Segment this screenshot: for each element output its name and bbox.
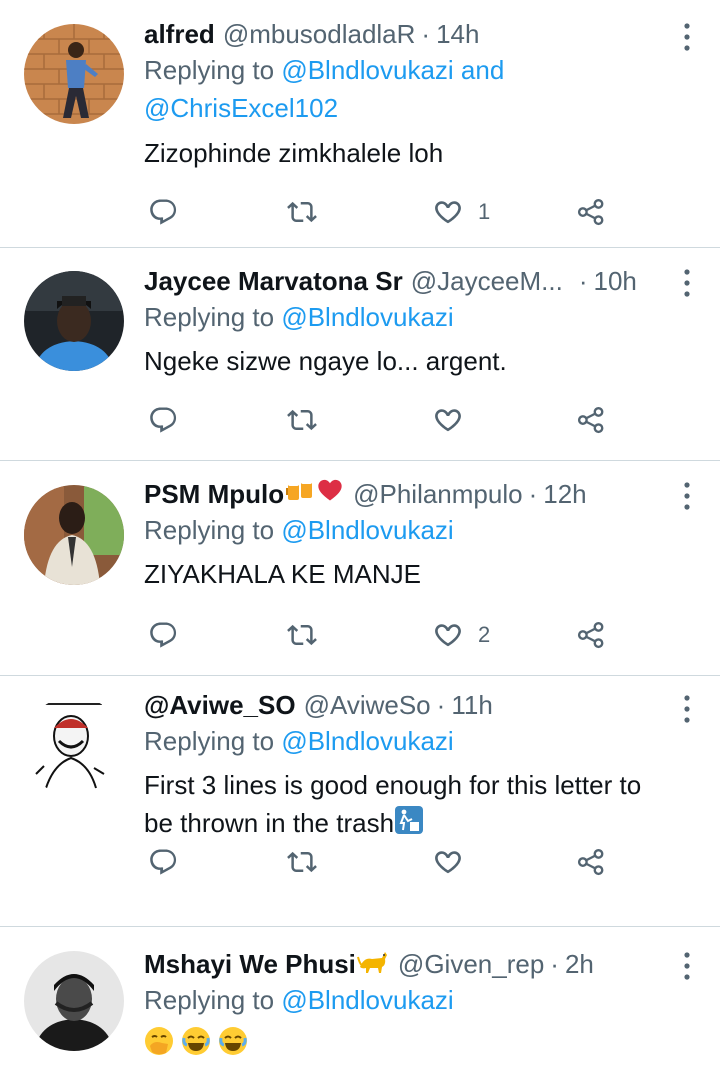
share-icon: [576, 405, 606, 435]
retweet-button[interactable]: [287, 400, 317, 440]
tweet-text: Zizophinde zimkhalele loh: [144, 138, 444, 168]
display-name[interactable]: alfred: [144, 17, 215, 51]
beer-mugs-emoji: [285, 476, 315, 512]
handle[interactable]: @AviweSo: [304, 688, 431, 722]
share-icon: [576, 197, 606, 227]
heart-icon: [432, 619, 464, 651]
tweet-text: First 3 lines is good enough for this le…: [144, 766, 700, 845]
avatar[interactable]: [24, 271, 124, 371]
like-count: 2: [478, 622, 491, 647]
timestamp[interactable]: 11h: [451, 688, 492, 722]
display-name[interactable]: Jaycee Marvatona Sr: [144, 264, 403, 298]
reply-button[interactable]: [148, 400, 178, 440]
avatar[interactable]: [24, 951, 124, 1051]
replying-to: Replying to @Blndlovukazi: [144, 511, 700, 549]
tweet-text: [144, 1025, 700, 1059]
separator-dot: ·: [528, 479, 538, 509]
tears-of-joy-emoji: [218, 1026, 248, 1066]
share-icon: [576, 847, 606, 877]
share-button[interactable]: [576, 192, 606, 232]
display-name[interactable]: Mshayi We Phusi: [144, 947, 356, 981]
like-button[interactable]: 2: [432, 615, 490, 655]
handle[interactable]: @Philanmpulo: [353, 477, 522, 511]
reply-mention-link[interactable]: @Blndlovukazi: [281, 302, 453, 332]
retweet-icon: [287, 847, 317, 877]
reply-mention-link[interactable]: @Blndlovukazi: [281, 985, 453, 1015]
like-button[interactable]: 1: [432, 192, 490, 232]
replying-to-label: Replying to: [144, 55, 275, 85]
separator-dot: ·: [550, 949, 559, 979]
replying-to-label: Replying to: [144, 726, 275, 756]
retweet-button[interactable]: [287, 615, 317, 655]
retweet-icon: [287, 620, 317, 650]
reply-mention-link[interactable]: @ChrisExcel102: [144, 93, 338, 123]
tweet[interactable]: Jaycee Marvatona Sr @JayceeM... · 10h Re…: [0, 248, 720, 461]
timestamp[interactable]: 14h: [436, 17, 479, 51]
reply-button[interactable]: [148, 842, 178, 882]
like-count: 1: [478, 199, 491, 224]
red-heart-emoji: [315, 476, 345, 512]
handle[interactable]: @JayceeM...: [411, 264, 563, 298]
reply-icon: [148, 847, 178, 877]
reply-icon: [148, 620, 178, 650]
share-icon: [576, 620, 606, 650]
share-button[interactable]: [576, 842, 606, 882]
handle[interactable]: @Given_rep: [398, 947, 544, 981]
separator-dot: ·: [421, 19, 431, 49]
separator-dot: ·: [578, 266, 588, 296]
reply-button[interactable]: [148, 615, 178, 655]
display-name[interactable]: @Aviwe_SO: [144, 688, 296, 722]
tweet[interactable]: @Aviwe_SO @AviweSo · 11h Replying to @Bl…: [0, 676, 720, 927]
tweet-text-line: First 3 lines is good enough for this le…: [144, 770, 642, 800]
replying-to-label: Replying to: [144, 985, 275, 1015]
replying-to: Replying to @Blndlovukazi: [144, 298, 700, 336]
reply-icon: [148, 405, 178, 435]
avatar[interactable]: [24, 24, 124, 124]
reply-button[interactable]: [148, 192, 178, 232]
timestamp[interactable]: 2h: [565, 947, 594, 981]
retweet-button[interactable]: [287, 842, 317, 882]
tweet-text: ZIYAKHALA KE MANJE: [144, 559, 421, 589]
reply-mention-link[interactable]: @Blndlovukazi: [281, 726, 453, 756]
heart-icon: [432, 196, 464, 228]
tweet-text-line: be thrown in the trash: [144, 808, 395, 838]
litter-bin-emoji: [394, 805, 424, 845]
display-name[interactable]: PSM Mpulo: [144, 477, 284, 511]
like-button[interactable]: [432, 842, 478, 882]
replying-to-label: Replying to: [144, 302, 275, 332]
share-button[interactable]: [576, 400, 606, 440]
replying-to: Replying to @Blndlovukazi: [144, 722, 700, 760]
tweet-text: Ngeke sizwe ngaye lo... argent.: [144, 346, 507, 376]
hand-over-mouth-emoji: [144, 1026, 174, 1066]
separator-dot: ·: [436, 690, 446, 720]
replying-to: Replying to @Blndlovukazi: [144, 981, 700, 1019]
heart-icon: [432, 404, 464, 436]
share-button[interactable]: [576, 615, 606, 655]
handle[interactable]: @mbusodladlaR: [223, 17, 416, 51]
heart-icon: [432, 846, 464, 878]
retweet-button[interactable]: [287, 192, 317, 232]
reply-mention-link[interactable]: @Blndlovukazi: [281, 515, 453, 545]
tears-of-joy-emoji: [181, 1026, 211, 1066]
retweet-icon: [287, 197, 317, 227]
avatar[interactable]: [24, 696, 124, 796]
tweet[interactable]: alfred @mbusodladlaR · 14h Replying to @…: [0, 0, 720, 248]
tweet[interactable]: Mshayi We Phusi @Given_rep · 2h Replying…: [0, 927, 720, 1089]
replying-to: Replying to @Blndlovukazi and @ChrisExce…: [144, 51, 700, 127]
timestamp[interactable]: 10h: [594, 264, 637, 298]
replying-to-label: Replying to: [144, 515, 275, 545]
tweet[interactable]: PSM Mpulo @Philanmpulo · 12h Replying to…: [0, 461, 720, 676]
reply-icon: [148, 197, 178, 227]
timestamp[interactable]: 12h: [543, 477, 586, 511]
reply-mention-link[interactable]: @Blndlovukazi and: [281, 55, 504, 85]
cat-emoji: [356, 945, 390, 983]
retweet-icon: [287, 405, 317, 435]
avatar[interactable]: [24, 485, 124, 585]
like-button[interactable]: [432, 400, 478, 440]
